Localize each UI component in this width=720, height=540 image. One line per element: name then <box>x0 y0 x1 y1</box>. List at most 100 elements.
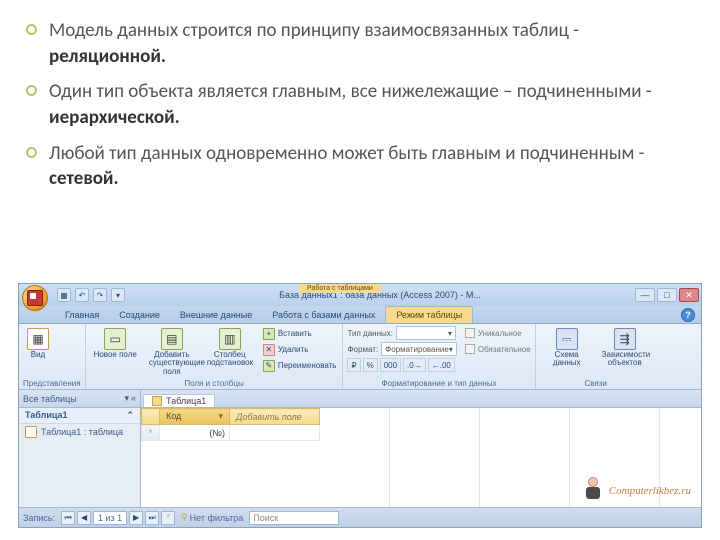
percent-format-button[interactable]: % <box>363 358 378 372</box>
record-position[interactable]: 1 из 1 <box>93 511 127 525</box>
group-label: Представления <box>23 378 81 389</box>
tab-external-data[interactable]: Внешние данные <box>170 306 262 323</box>
data-type-combo[interactable]: ▾ <box>396 326 456 340</box>
group-label: Связи <box>540 378 652 389</box>
datasheet-view-icon: ▦ <box>27 328 49 350</box>
bullet-text: Один тип объекта является главным, все н… <box>49 79 690 130</box>
column-header-id[interactable]: Код ▾ <box>160 409 230 425</box>
group-views: ▦ Вид Представления <box>19 324 86 389</box>
unique-checkbox[interactable]: Уникальное <box>465 326 531 340</box>
insert-button[interactable]: +Вставить <box>261 326 339 341</box>
object-dependencies-button[interactable]: ⇶ Зависимости объектов <box>598 326 652 370</box>
chevron-down-icon: ▾ <box>218 411 223 422</box>
chevron-down-icon: ▾ <box>124 393 129 404</box>
new-record-icon: * <box>149 428 153 438</box>
thousand-sep-button[interactable]: 000 <box>380 358 401 372</box>
tab-datasheet[interactable]: Режим таблицы <box>385 306 473 323</box>
cell-addfield-new[interactable] <box>230 425 320 441</box>
group-formatting: Тип данных: ▾ Формат: Форматирование▾ ₽ … <box>343 324 535 389</box>
nav-item-table1[interactable]: Таблица1 : таблица <box>19 424 140 440</box>
nav-pane-header[interactable]: Все таблицы ▾« <box>19 390 140 408</box>
data-type-label: Тип данных: <box>347 329 392 338</box>
column-header-add-field[interactable]: Добавить поле <box>230 409 320 425</box>
next-record-button[interactable]: ▶ <box>129 511 143 525</box>
maximize-button[interactable]: □ <box>657 288 677 302</box>
access-window: ▦ ↶ ↷ ▾ База данных1 : база данных (Acce… <box>18 283 702 528</box>
status-bar: Запись: ⏮ ◀ 1 из 1 ▶ ⏭ * ⚲Нет фильтра По… <box>19 507 701 527</box>
document-tab-table1[interactable]: Таблица1 <box>143 394 215 407</box>
minimize-button[interactable]: — <box>635 288 655 302</box>
collapse-icon: ⌃ <box>126 410 134 421</box>
save-icon[interactable]: ▦ <box>57 288 71 302</box>
required-checkbox[interactable]: Обязательное <box>465 342 531 356</box>
add-existing-fields-button[interactable]: ▤ Добавить существующие поля <box>145 326 199 378</box>
tab-home[interactable]: Главная <box>55 306 109 323</box>
new-record-button[interactable]: * <box>161 511 175 525</box>
delete-icon: ✕ <box>263 344 275 356</box>
lookup-column-button[interactable]: ▥ Столбец подстановок <box>203 326 257 370</box>
group-relationships: ⎓ Схема данных ⇶ Зависимости объектов Св… <box>536 324 656 389</box>
delete-button[interactable]: ✕Удалить <box>261 342 339 357</box>
bullet-list: Модель данных строится по принципу взаим… <box>0 0 720 212</box>
window-controls: — □ ✕ <box>635 288 699 302</box>
last-record-button[interactable]: ⏭ <box>145 511 159 525</box>
record-label: Запись: <box>23 513 55 523</box>
select-all-corner[interactable] <box>142 409 160 425</box>
document-tabs: Таблица1 <box>141 390 701 408</box>
new-field-button[interactable]: ▭ Новое поле <box>90 326 141 361</box>
group-label: Поля и столбцы <box>90 378 339 389</box>
currency-format-button[interactable]: ₽ <box>347 358 360 372</box>
office-button[interactable] <box>22 285 48 311</box>
help-icon[interactable]: ? <box>681 308 695 322</box>
ribbon-tabs: Главная Создание Внешние данные Работа с… <box>19 306 701 324</box>
record-navigator: ⏮ ◀ 1 из 1 ▶ ⏭ * <box>61 511 175 525</box>
rename-button[interactable]: ✎Переименовать <box>261 358 339 373</box>
add-existing-icon: ▤ <box>161 328 183 350</box>
filter-indicator[interactable]: ⚲Нет фильтра <box>181 512 243 523</box>
table-icon <box>152 396 162 406</box>
chevron-down-icon: ▾ <box>449 345 453 354</box>
nav-group-title[interactable]: Таблица1 ⌃ <box>19 408 140 424</box>
dependencies-icon: ⇶ <box>614 328 636 350</box>
close-button[interactable]: ✕ <box>679 288 699 302</box>
navigation-pane: Все таблицы ▾« Таблица1 ⌃ Таблица1 : таб… <box>19 390 141 507</box>
increase-decimal-button[interactable]: ←.00 <box>428 358 455 372</box>
view-button[interactable]: ▦ Вид <box>23 326 53 361</box>
format-combo[interactable]: Форматирование▾ <box>381 342 457 356</box>
quick-access-toolbar: ▦ ↶ ↷ ▾ <box>57 288 125 302</box>
bullet-item: Любой тип данных одновременно может быть… <box>48 141 690 192</box>
redo-icon[interactable]: ↷ <box>93 288 107 302</box>
context-tab-title: Работа с таблицами <box>299 284 381 293</box>
undo-icon[interactable]: ↶ <box>75 288 89 302</box>
qat-dropdown-icon[interactable]: ▾ <box>111 288 125 302</box>
first-record-button[interactable]: ⏮ <box>61 511 75 525</box>
prev-record-button[interactable]: ◀ <box>77 511 91 525</box>
new-record-selector[interactable]: * <box>142 425 160 441</box>
titlebar: ▦ ↶ ↷ ▾ База данных1 : база данных (Acce… <box>19 284 701 306</box>
search-input[interactable]: Поиск <box>249 511 339 525</box>
bullet-icon <box>26 24 37 35</box>
table-icon <box>25 426 37 438</box>
bullet-text: Модель данных строится по принципу взаим… <box>49 18 690 69</box>
lookup-column-icon: ▥ <box>219 328 241 350</box>
relationships-icon: ⎓ <box>556 328 578 350</box>
relationships-button[interactable]: ⎓ Схема данных <box>540 326 594 370</box>
bullet-item: Модель данных строится по принципу взаим… <box>48 18 690 69</box>
cell-id-new[interactable]: (№) <box>160 425 230 441</box>
context-tab-header: Работа с таблицами <box>299 284 381 293</box>
decrease-decimal-button[interactable]: .0→ <box>403 358 426 372</box>
format-label: Формат: <box>347 345 378 354</box>
ribbon: ▦ Вид Представления ▭ Новое поле ▤ Добав… <box>19 324 701 390</box>
chevron-down-icon: ▾ <box>448 329 452 338</box>
group-label: Форматирование и тип данных <box>347 378 530 389</box>
group-fields-columns: ▭ Новое поле ▤ Добавить существующие пол… <box>86 324 344 389</box>
shutter-collapse-icon[interactable]: « <box>131 393 136 404</box>
watermark-text: Computerlikbez.ru <box>609 485 691 497</box>
mascot-icon <box>583 477 603 501</box>
rename-icon: ✎ <box>263 360 275 372</box>
bullet-icon <box>26 85 37 96</box>
tab-create[interactable]: Создание <box>109 306 170 323</box>
bullet-icon <box>26 147 37 158</box>
new-field-icon: ▭ <box>104 328 126 350</box>
tab-database-tools[interactable]: Работа с базами данных <box>262 306 385 323</box>
